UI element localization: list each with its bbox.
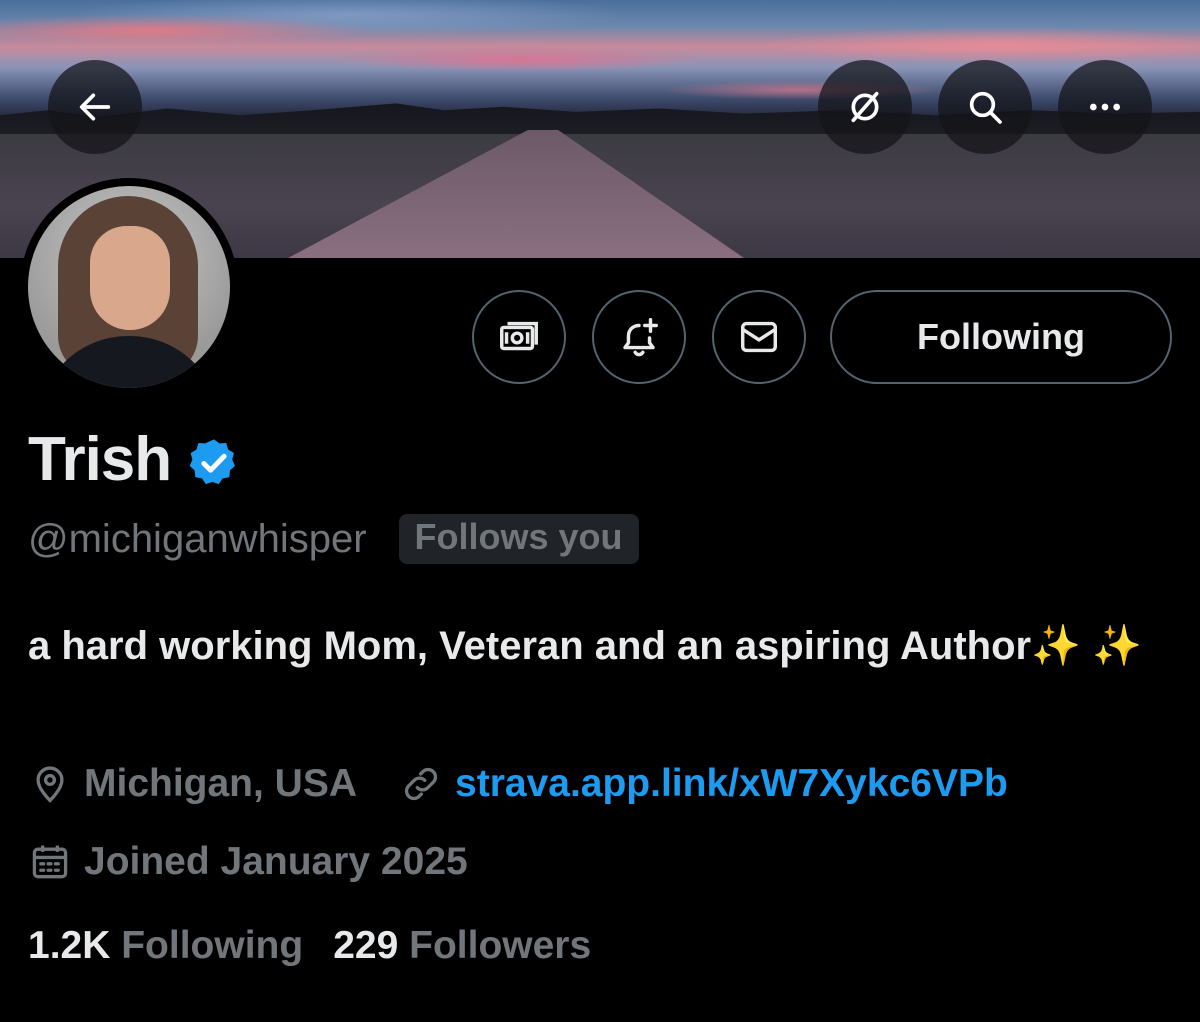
notify-button[interactable]: [592, 290, 686, 384]
location-text: Michigan, USA: [84, 762, 358, 805]
avatar-ring: [20, 178, 238, 396]
search-icon: [969, 91, 1002, 124]
profile-bio: a hard working Mom, Veteran and an aspir…: [28, 624, 1142, 668]
avatar[interactable]: [28, 186, 230, 388]
envelope-icon: [740, 321, 778, 353]
location-pin-icon: [36, 766, 64, 803]
joined-row: Joined January 2025: [28, 840, 468, 884]
grok-icon: [851, 91, 879, 123]
search-button[interactable]: [938, 60, 1032, 154]
handle-row: @michiganwhisper Follows you: [28, 514, 639, 564]
message-button[interactable]: [712, 290, 806, 384]
joined-date: Joined January 2025: [84, 840, 468, 883]
calendar-icon: [32, 845, 68, 879]
following-button[interactable]: Following: [830, 290, 1172, 384]
following-label: Following: [121, 924, 304, 967]
following-stat[interactable]: 1.2K Following: [28, 924, 303, 968]
location-link-row: Michigan, USA strava.app.link/xW7Xykc6VP…: [28, 762, 1008, 806]
name-row: Trish: [28, 424, 241, 495]
more-icon: [1090, 103, 1120, 111]
link-icon: [404, 767, 438, 801]
tip-button[interactable]: [472, 290, 566, 384]
money-icon: [500, 321, 538, 351]
followers-count: 229: [333, 924, 399, 967]
followers-stat[interactable]: 229 Followers: [333, 924, 591, 968]
bell-plus-icon: [623, 318, 658, 357]
more-button[interactable]: [1058, 60, 1152, 154]
follows-you-badge: Follows you: [398, 514, 639, 564]
grok-button[interactable]: [818, 60, 912, 154]
back-button[interactable]: [48, 60, 142, 154]
verified-badge-icon[interactable]: [187, 436, 241, 490]
avatar-face: [90, 226, 170, 330]
display-name: Trish: [28, 425, 172, 494]
followers-label: Followers: [409, 924, 592, 967]
follow-stats: 1.2K Following 229 Followers: [28, 924, 591, 968]
back-arrow-icon: [79, 93, 111, 121]
user-handle: @michiganwhisper: [28, 516, 367, 561]
following-count: 1.2K: [28, 924, 111, 967]
website-link[interactable]: strava.app.link/xW7Xykc6VPb: [455, 762, 1008, 806]
